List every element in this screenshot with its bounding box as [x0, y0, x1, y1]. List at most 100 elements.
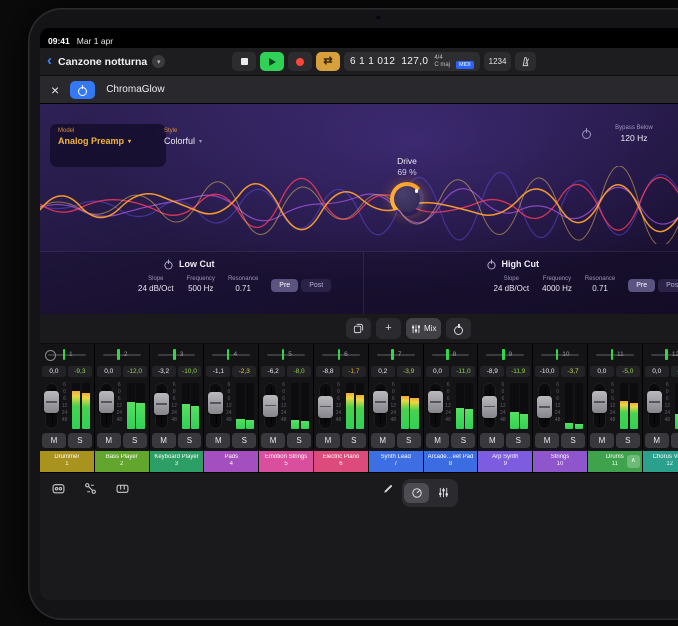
- drive-knob[interactable]: [390, 182, 424, 216]
- solo-button[interactable]: S: [178, 433, 202, 448]
- peak-display[interactable]: -3,7: [561, 366, 585, 377]
- pan-slider[interactable]: [267, 354, 305, 356]
- track-name-label[interactable]: Arcade…eet Pad8: [424, 451, 478, 472]
- volume-fader[interactable]: [155, 383, 168, 429]
- mute-button[interactable]: M: [316, 433, 340, 448]
- volume-fader[interactable]: [319, 383, 332, 429]
- volume-fader[interactable]: [648, 383, 661, 429]
- track-name-label[interactable]: Emotion Strings5: [259, 451, 313, 472]
- solo-button[interactable]: S: [397, 433, 421, 448]
- peak-display[interactable]: -3,9: [397, 366, 421, 377]
- mute-button[interactable]: M: [152, 433, 176, 448]
- slope-control[interactable]: Slope 24 dB/Oct: [494, 276, 530, 293]
- close-icon[interactable]: ×: [51, 83, 59, 97]
- volume-display[interactable]: 0,0: [590, 366, 614, 377]
- mute-button[interactable]: M: [645, 433, 669, 448]
- level-control[interactable]: Level 0.0: [674, 125, 678, 143]
- track-name-label[interactable]: Drummer1: [40, 451, 94, 472]
- volume-fader[interactable]: [483, 383, 496, 429]
- fader-cap[interactable]: [373, 391, 388, 413]
- pan-slider[interactable]: [377, 354, 415, 356]
- peak-display[interactable]: -9,3: [68, 366, 92, 377]
- post-button[interactable]: Post: [658, 279, 678, 292]
- volume-fader[interactable]: [429, 383, 442, 429]
- peak-display[interactable]: -1,7: [342, 366, 366, 377]
- volume-fader[interactable]: [264, 383, 277, 429]
- solo-button[interactable]: S: [342, 433, 366, 448]
- mute-button[interactable]: M: [535, 433, 559, 448]
- volume-display[interactable]: -10,0: [535, 366, 559, 377]
- mute-button[interactable]: M: [261, 433, 285, 448]
- slope-control[interactable]: Slope 24 dB/Oct: [138, 276, 174, 293]
- mix-view-button[interactable]: Mix: [406, 318, 441, 339]
- bypass-below-control[interactable]: Bypass Below 120 Hz: [598, 125, 670, 143]
- cycle-button[interactable]: ⇄: [316, 52, 340, 71]
- style-selector[interactable]: Style Colorful▾: [164, 128, 202, 146]
- peak-display[interactable]: -12,0: [123, 366, 147, 377]
- fader-cap[interactable]: [592, 391, 607, 413]
- solo-button[interactable]: S: [506, 433, 530, 448]
- expand-chevron-icon[interactable]: ∧: [627, 455, 640, 468]
- mixer-view-button[interactable]: [431, 483, 456, 503]
- peak-display[interactable]: -10,0: [178, 366, 202, 377]
- fader-cap[interactable]: [318, 396, 333, 418]
- mute-button[interactable]: M: [42, 433, 66, 448]
- mute-button[interactable]: M: [97, 433, 121, 448]
- volume-display[interactable]: 0,0: [97, 366, 121, 377]
- track-name-label[interactable]: Strings10: [533, 451, 587, 472]
- volume-display[interactable]: 0,0: [42, 366, 66, 377]
- fader-cap[interactable]: [537, 396, 552, 418]
- fader-cap[interactable]: [99, 391, 114, 413]
- routing-icon[interactable]: [80, 480, 100, 497]
- volume-display[interactable]: -8,9: [480, 366, 504, 377]
- metronome-button[interactable]: [515, 52, 536, 71]
- track-name-label[interactable]: Pads4: [204, 451, 258, 472]
- frequency-control[interactable]: Frequency 4000 Hz: [542, 276, 572, 293]
- volume-fader[interactable]: [593, 383, 606, 429]
- resonance-control[interactable]: Resonance 0.71: [585, 276, 615, 293]
- fader-cap[interactable]: [482, 396, 497, 418]
- volume-fader[interactable]: [100, 383, 113, 429]
- peak-display[interactable]: -8,0: [287, 366, 311, 377]
- bypass-power-icon[interactable]: [582, 128, 591, 138]
- peak-display[interactable]: -2,3: [232, 366, 256, 377]
- frequency-control[interactable]: Frequency 500 Hz: [187, 276, 215, 293]
- volume-fader[interactable]: [209, 383, 222, 429]
- mute-button[interactable]: M: [206, 433, 230, 448]
- peak-display[interactable]: -11,9: [506, 366, 530, 377]
- lcd-display[interactable]: 6 1 1 012 127,0 4/4 C maj MIDI: [344, 52, 480, 71]
- track-name-label[interactable]: Synth Lead7: [369, 451, 423, 472]
- solo-button[interactable]: S: [287, 433, 311, 448]
- resonance-control[interactable]: Resonance 0.71: [228, 276, 258, 293]
- fader-cap[interactable]: [44, 391, 59, 413]
- volume-fader[interactable]: [374, 383, 387, 429]
- fader-cap[interactable]: [208, 392, 223, 414]
- pan-slider[interactable]: [158, 354, 196, 356]
- high-cut-power-icon[interactable]: [487, 260, 495, 269]
- volume-display[interactable]: -1,1: [206, 366, 230, 377]
- peak-display[interactable]: -5,0: [616, 366, 640, 377]
- mute-button[interactable]: M: [590, 433, 614, 448]
- solo-button[interactable]: S: [68, 433, 92, 448]
- project-title[interactable]: Canzone notturna: [58, 56, 147, 68]
- title-dropdown-icon[interactable]: ▾: [152, 55, 165, 68]
- track-name-label[interactable]: Drums11∧: [588, 451, 642, 472]
- fader-cap[interactable]: [647, 391, 662, 413]
- volume-display[interactable]: 0,0: [645, 366, 669, 377]
- mute-button[interactable]: M: [371, 433, 395, 448]
- pan-slider[interactable]: [596, 354, 634, 356]
- add-track-button[interactable]: +: [376, 318, 401, 339]
- controls-view-button[interactable]: [404, 483, 429, 503]
- plugin-power-button[interactable]: [70, 81, 95, 99]
- post-button[interactable]: Post: [301, 279, 331, 292]
- track-name-label[interactable]: Keyboard Player3: [150, 451, 204, 472]
- volume-display[interactable]: -3,2: [152, 366, 176, 377]
- pencil-icon[interactable]: [382, 482, 394, 500]
- solo-button[interactable]: S: [451, 433, 475, 448]
- play-button[interactable]: [260, 52, 284, 71]
- track-name-label[interactable]: Arp Synth9: [478, 451, 532, 472]
- volume-display[interactable]: -8,8: [316, 366, 340, 377]
- volume-display[interactable]: 0,0: [426, 366, 450, 377]
- pan-slider[interactable]: [541, 354, 579, 356]
- fader-cap[interactable]: [263, 395, 278, 417]
